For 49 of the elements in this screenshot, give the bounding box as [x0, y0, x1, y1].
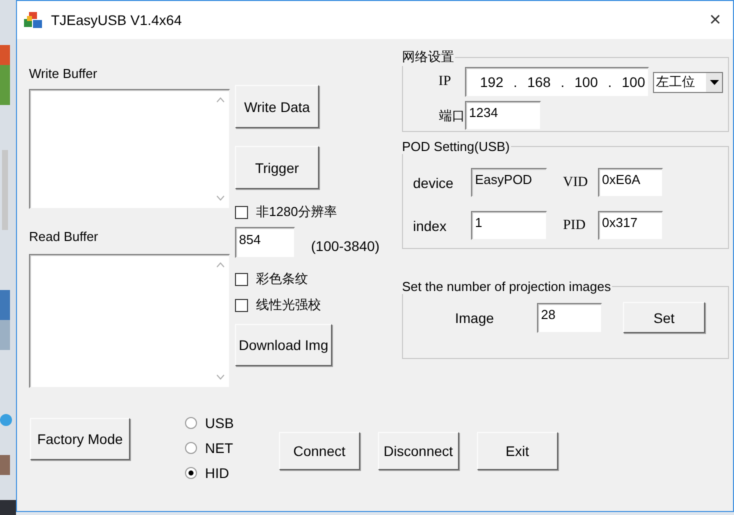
caret-icon	[710, 80, 718, 84]
field-label: Read Buffer	[29, 229, 100, 244]
number-field[interactable]: 28	[537, 302, 602, 332]
radio-label: USB	[205, 415, 234, 431]
checkbox[interactable]	[235, 298, 248, 312]
scroll-up-icon	[216, 262, 225, 268]
button[interactable]: Write Data	[235, 85, 319, 128]
station-dropdown[interactable]: 左工位	[653, 72, 723, 92]
factory-mode-button[interactable]: Factory Mode	[30, 418, 130, 460]
field-label: 端口	[438, 106, 465, 124]
button[interactable]: Connect	[278, 432, 360, 470]
field-label: device	[413, 174, 454, 190]
app-icon	[23, 11, 43, 29]
field-label: index	[413, 218, 448, 234]
scroll-down-icon	[216, 195, 225, 201]
field-label: Image	[455, 310, 495, 326]
text-field[interactable]: 0xE6A	[598, 168, 663, 197]
radio-button[interactable]	[185, 467, 197, 479]
group-title: POD Setting(USB)	[401, 139, 511, 154]
radio-button[interactable]	[185, 417, 197, 429]
button[interactable]: Download Img	[235, 324, 332, 366]
ip-field[interactable]: 192 . 168 . 100 . 100	[465, 67, 649, 97]
group-title: Set the number of projection images	[401, 279, 612, 294]
checkbox[interactable]	[235, 272, 248, 286]
number-field[interactable]: 854	[235, 227, 295, 258]
field-label: PID	[563, 218, 587, 234]
port-field[interactable]: 1234	[465, 101, 541, 130]
radio-label: HID	[205, 465, 230, 481]
checkbox-label: 非1280分辨率	[256, 203, 337, 221]
scroll-up-icon	[216, 97, 225, 103]
button[interactable]: Trigger	[235, 146, 319, 189]
radio-button[interactable]	[185, 442, 197, 454]
field-label: VID	[563, 174, 589, 190]
radio-label: NET	[205, 440, 233, 456]
checkbox[interactable]	[235, 206, 248, 218]
text-field[interactable]: 0x317	[598, 211, 663, 240]
button[interactable]: Exit	[476, 432, 558, 470]
checkbox-label: 线性光强校	[256, 296, 321, 314]
field-label: Write Buffer	[29, 66, 98, 81]
button[interactable]: Disconnect	[378, 432, 459, 470]
field-label: IP	[438, 74, 452, 90]
checkbox-label: 彩色条纹	[256, 270, 308, 288]
group-title: 网络设置	[401, 48, 455, 66]
scroll-down-icon	[216, 374, 225, 380]
text-field[interactable]: 1	[471, 211, 547, 240]
range-hint: (100-3840)	[311, 238, 380, 254]
window-title: TJEasyUSB V1.4x64	[51, 12, 182, 28]
set-button[interactable]: Set	[623, 302, 705, 333]
close-button[interactable]: ×	[709, 8, 721, 32]
